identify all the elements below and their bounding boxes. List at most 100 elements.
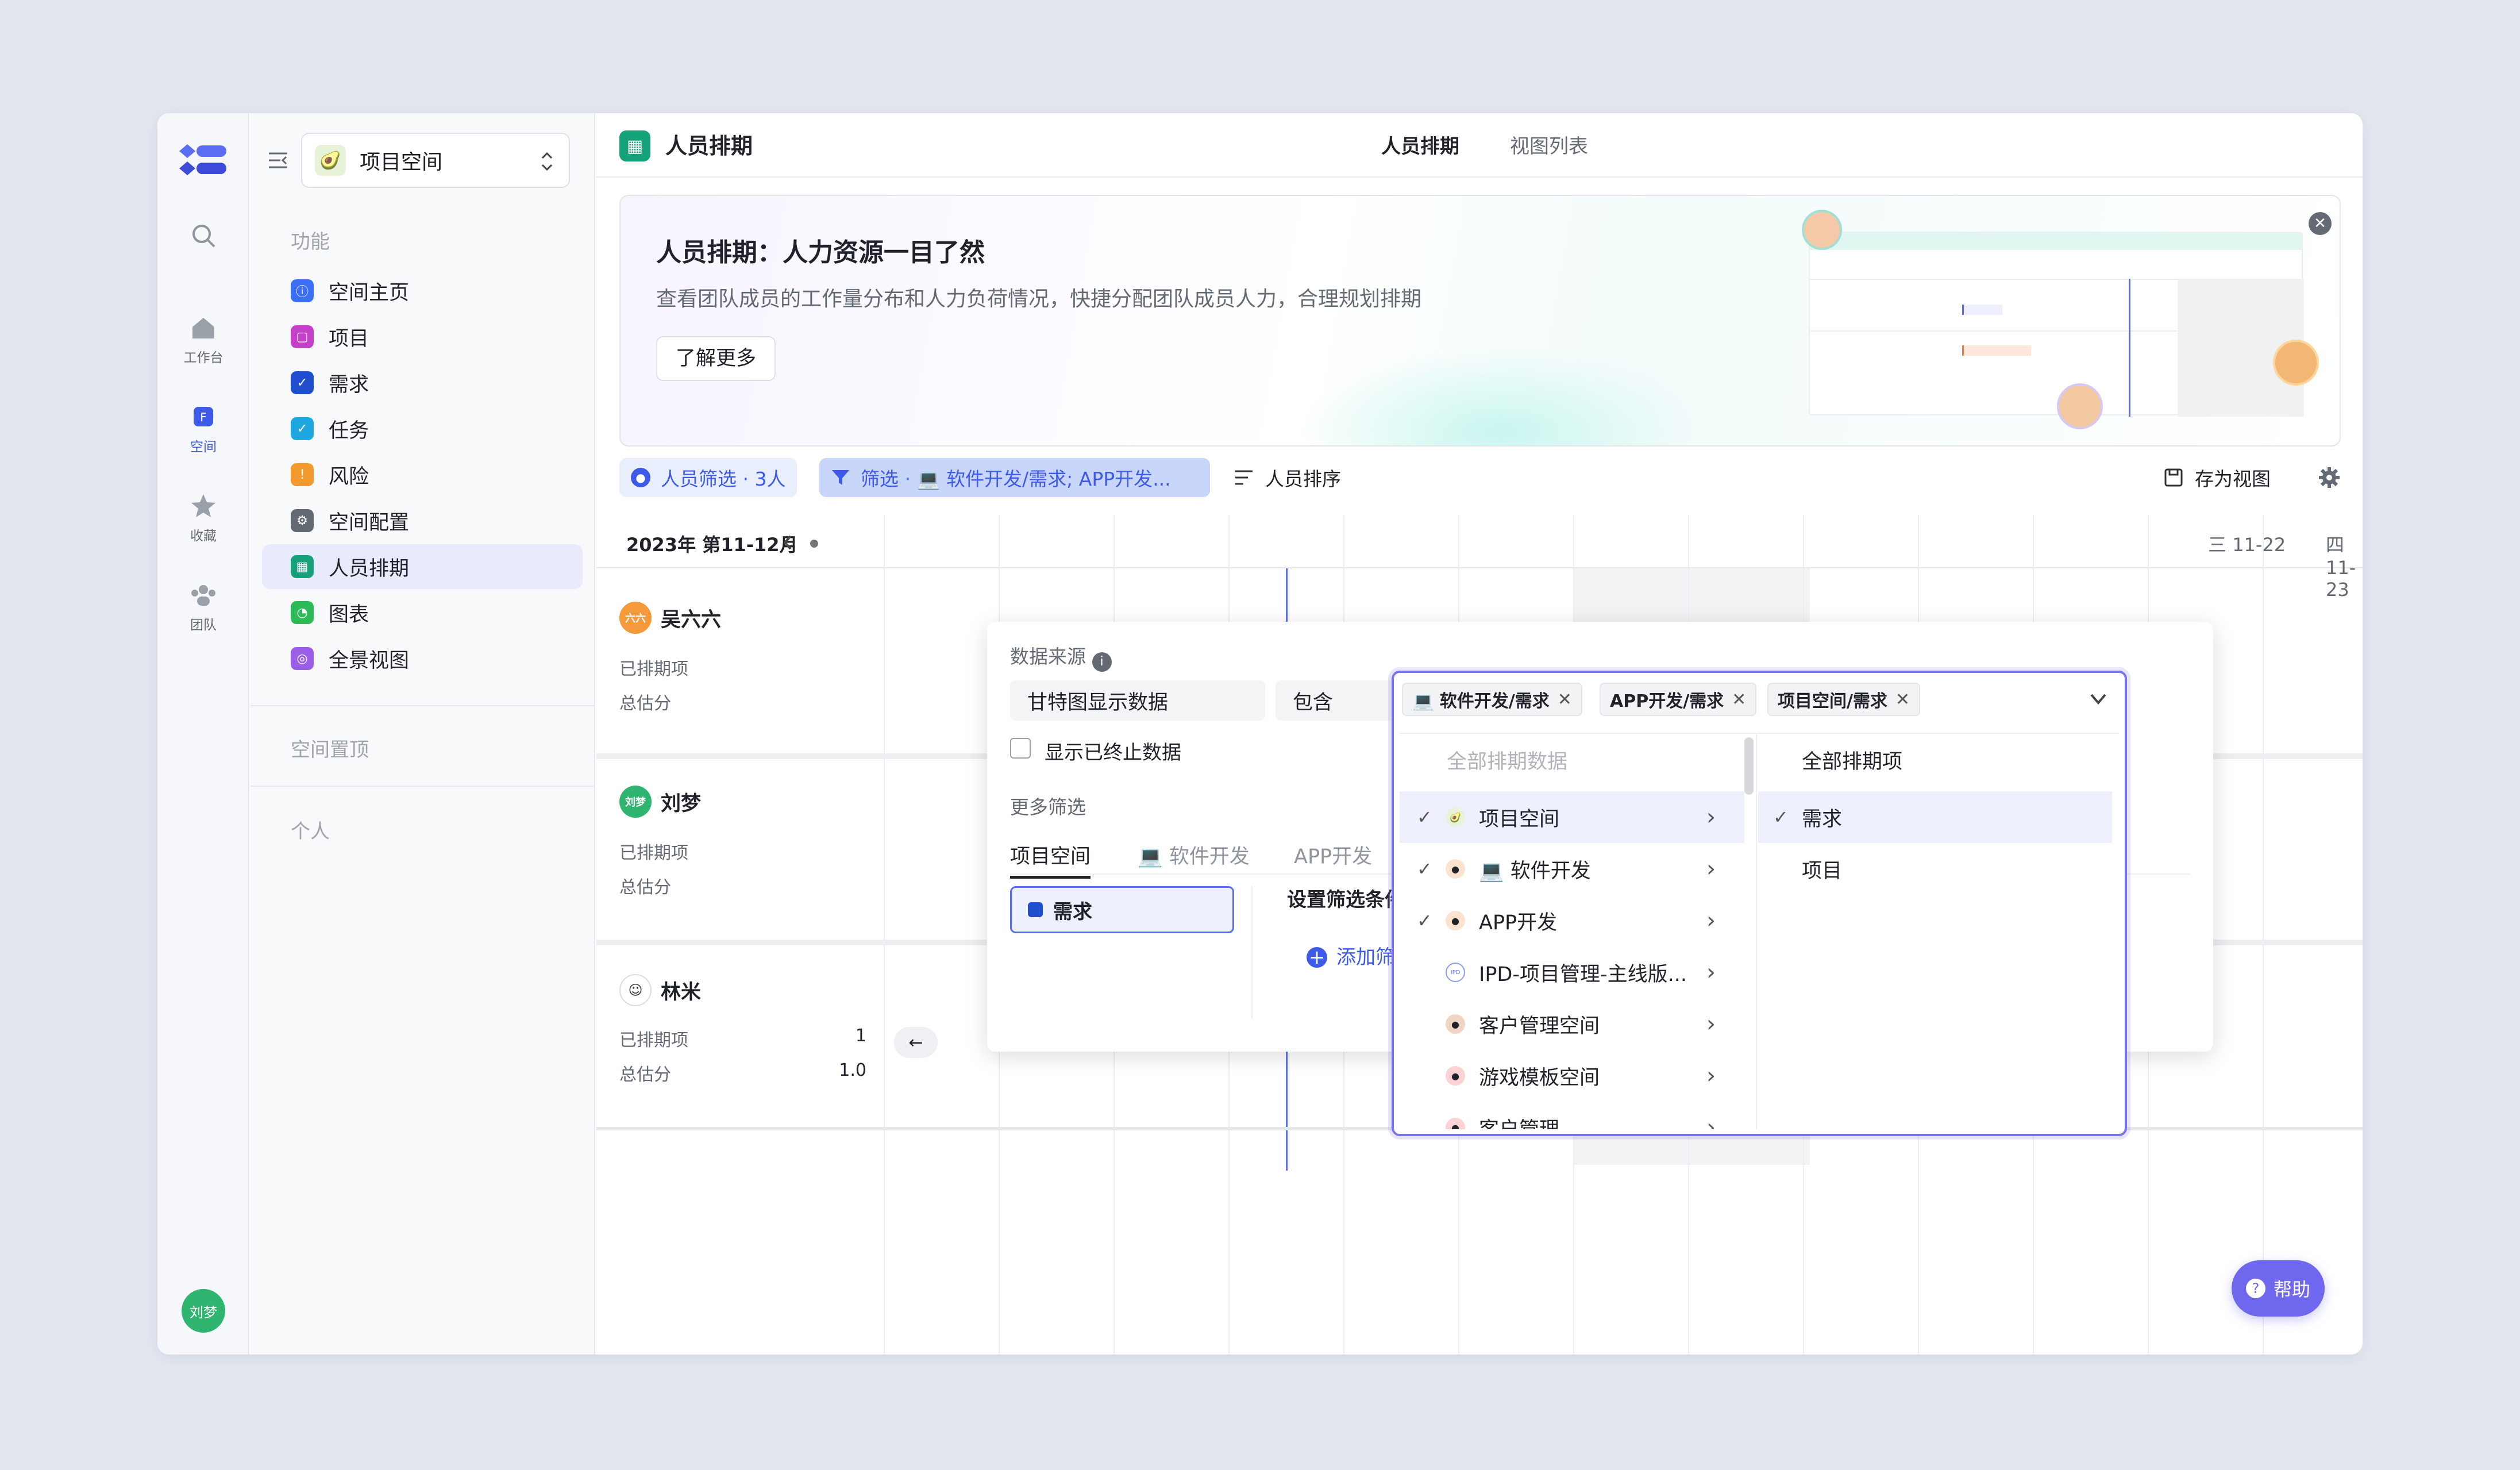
section-function: 功能 (291, 230, 330, 253)
chevron-right-icon: › (1706, 1011, 1716, 1037)
right-header: 全部排期项 (1802, 750, 1903, 774)
save-view-button[interactable]: 存为视图 (2164, 458, 2271, 497)
space-emoji-icon: ● (1446, 911, 1465, 930)
space-option-ipd[interactable]: IPD IPD-项目管理-主线版... › (1417, 946, 1744, 998)
info-icon: ⓘ (291, 279, 314, 302)
grid-header: 2023年 第11-12月 三 11-22 四 11-23 五 11-24 (596, 515, 2363, 601)
member-sort-button[interactable]: 人员排序 (1234, 458, 1341, 497)
svg-text:F: F (200, 410, 207, 424)
item-type-requirement[interactable]: ✓ 需求 (1773, 791, 1842, 843)
space-option-project-space[interactable]: ✓ 🥑 项目空间 › (1417, 791, 1744, 843)
sidebar-item-requirement[interactable]: ✓ 需求 (262, 360, 583, 405)
chevron-down-icon[interactable] (2088, 690, 2109, 707)
toolbar: ● 人员筛选 · 3人 筛选 · 💻 软件开发/需求; APP开发... 人员排… (596, 458, 2363, 504)
banner-glow (1298, 345, 1701, 445)
close-icon[interactable]: ✕ (1895, 690, 1910, 710)
sort-icon (1235, 470, 1253, 485)
table-icon: ▦ (619, 130, 650, 161)
person-name: ☺ 林米 (619, 974, 701, 1006)
help-button[interactable]: ? 帮助 (2232, 1260, 2325, 1317)
question-icon: ? (2245, 1279, 2265, 1298)
scrollbar-thumb[interactable] (1744, 737, 1754, 795)
space-option-customer-mgmt[interactable]: ●客户管理› (1417, 1102, 1744, 1129)
top-bar: ▦ 人员排期 人员排期 视图列表 (596, 113, 2363, 178)
requirement-icon (1028, 902, 1043, 917)
sidebar-item-space-home[interactable]: ⓘ 空间主页 (262, 268, 583, 313)
sidebar-item-task[interactable]: ✓ 任务 (262, 406, 583, 451)
tab-project-space[interactable]: 项目空间 (1010, 840, 1091, 879)
rail-workbench[interactable]: 工作台 (157, 314, 249, 366)
divider (251, 705, 595, 706)
space-option-game[interactable]: ● 游戏模板空间 › (1417, 1050, 1744, 1102)
space-option-customer[interactable]: ● 客户管理空间 › (1417, 998, 1744, 1050)
icon-rail: 工作台 F 空间 收藏 团队 刘梦 (157, 113, 249, 1354)
filter-icon (832, 470, 849, 485)
tab-view-list[interactable]: 视图列表 (1510, 134, 1588, 159)
estimate-label: 总估分 (619, 878, 671, 898)
person-avatar: 刘梦 (619, 786, 652, 818)
avatar-man-illustration (2057, 383, 2103, 429)
pie-chart-icon: ◔ (291, 601, 314, 624)
preview-bar (1962, 305, 2002, 315)
chevron-right-icon: › (1706, 1063, 1716, 1089)
check-icon: ✓ (1417, 858, 1432, 880)
space-emoji-icon: ● (1446, 859, 1465, 879)
settings-gear-icon[interactable] (2318, 466, 2341, 489)
sidebar-item-resource-schedule[interactable]: ▦ 人员排期 (262, 544, 583, 589)
data-source-select[interactable]: 甘特图显示数据 (1010, 680, 1265, 721)
filter-button[interactable]: 筛选 · 💻 软件开发/需求; APP开发... (819, 458, 1210, 497)
today-dot-icon[interactable] (810, 540, 818, 548)
close-banner-icon[interactable]: ✕ (2309, 212, 2332, 235)
divider (251, 786, 595, 787)
type-item-requirement[interactable]: 需求 (1010, 886, 1234, 933)
divider (1756, 734, 1757, 1129)
search-icon[interactable] (157, 222, 249, 255)
sidebar-item-risk[interactable]: ! 风险 (262, 452, 583, 497)
item-type-project[interactable]: 项目 (1802, 843, 1842, 895)
user-avatar[interactable]: 刘梦 (182, 1289, 225, 1333)
rail-team[interactable]: 团队 (157, 582, 249, 633)
close-icon[interactable]: ✕ (1732, 690, 1746, 710)
page-title: 人员排期 (665, 133, 753, 159)
chevron-right-icon: › (1706, 959, 1716, 986)
banner-description: 查看团队成员的工作量分布和人力负荷情况，快捷分配团队成员人力，合理规划排期 (656, 287, 1422, 311)
space-icon: F (194, 407, 213, 426)
space-emoji-icon: ● (1446, 1014, 1465, 1034)
gear-icon: ⚙ (291, 509, 314, 532)
period-label: 2023年 第11-12月 (626, 534, 798, 556)
banner-preview-image (1809, 232, 2304, 417)
check-icon: ✓ (1773, 806, 1789, 828)
chevron-left-icon[interactable] (779, 533, 796, 552)
value-multiselect-dropdown[interactable]: 💻 软件开发/需求 ✕ APP开发/需求 ✕ 项目空间/需求 ✕ 全部排期数据 ✓ 🥑 项… (1392, 671, 2127, 1136)
task-check-icon: ✓ (291, 417, 314, 440)
chevron-right-icon: › (1706, 1114, 1716, 1129)
close-icon[interactable]: ✕ (1558, 690, 1572, 710)
selected-tag[interactable]: 项目空间/需求 ✕ (1767, 683, 1921, 716)
space-option-app-dev[interactable]: ✓ ● APP开发 › (1417, 895, 1744, 946)
member-filter-button[interactable]: ● 人员筛选 · 3人 (619, 458, 797, 497)
tab-resource-schedule[interactable]: 人员排期 (1381, 134, 1459, 159)
sidebar-item-space-config[interactable]: ⚙ 空间配置 (262, 498, 583, 543)
space-option-software-dev[interactable]: ✓ ● 💻 软件开发 › (1417, 843, 1744, 895)
save-icon (2164, 468, 2183, 487)
arrow-left-icon[interactable]: ← (894, 1027, 938, 1058)
rail-space[interactable]: F 空间 (157, 403, 249, 455)
condition-label: 设置筛选条件 (1287, 888, 1404, 911)
show-terminated-checkbox[interactable] (1010, 738, 1031, 759)
selected-tag[interactable]: APP开发/需求 ✕ (1600, 683, 1757, 716)
tab-software-dev[interactable]: 💻 软件开发 (1138, 840, 1250, 869)
person-name: 刘梦 刘梦 (619, 786, 701, 818)
collapse-sidebar-icon[interactable] (267, 149, 290, 172)
tab-app-dev[interactable]: APP开发 (1294, 840, 1372, 869)
sidebar-item-chart[interactable]: ◔ 图表 (262, 590, 583, 635)
person-avatar-face-icon: ☺ (619, 974, 652, 1006)
learn-more-button[interactable]: 了解更多 (656, 336, 776, 381)
operator-select[interactable]: 包含 (1276, 680, 1408, 721)
selected-tag[interactable]: 💻 软件开发/需求 ✕ (1402, 683, 1582, 716)
space-emoji-icon: ● (1446, 1066, 1465, 1086)
preview-bar (1962, 345, 2031, 356)
sidebar-item-panorama[interactable]: ◎ 全景视图 (262, 636, 583, 681)
sidebar-item-project[interactable]: ▢ 项目 (262, 314, 583, 359)
rail-favorites[interactable]: 收藏 (157, 492, 249, 544)
space-selector[interactable]: 🥑 项目空间 (301, 133, 570, 188)
